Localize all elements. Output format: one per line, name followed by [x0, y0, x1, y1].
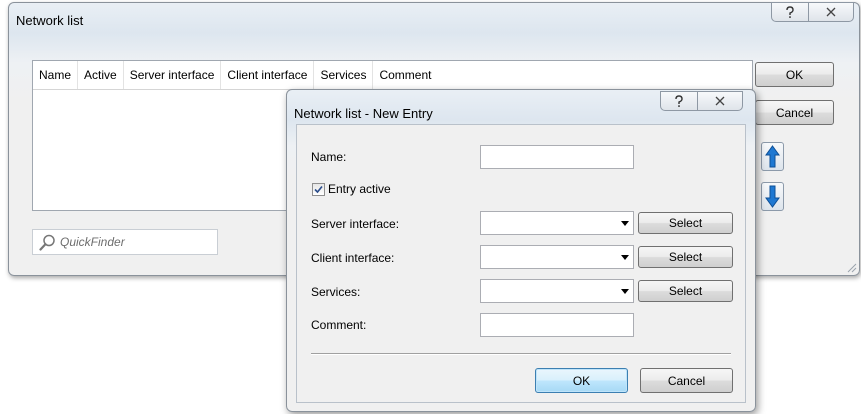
checkmark-icon	[314, 185, 323, 194]
dialog-caption-buttons	[660, 91, 743, 112]
quickfinder-search[interactable]: QuickFinder	[32, 229, 218, 255]
column-header-server-interface[interactable]: Server interface	[124, 61, 222, 89]
comment-field[interactable]	[480, 313, 634, 337]
server-interface-label: Server interface:	[311, 217, 400, 231]
dialog-separator	[311, 353, 731, 355]
server-interface-combo[interactable]	[480, 211, 634, 235]
search-icon	[39, 234, 55, 251]
services-label: Services:	[311, 285, 361, 299]
help-icon	[675, 94, 683, 107]
dialog-ok-button[interactable]: OK	[535, 368, 628, 393]
services-combo[interactable]	[480, 279, 634, 303]
dialog-title: Network list - New Entry	[294, 106, 433, 121]
dialog-cancel-button[interactable]: Cancel	[640, 368, 733, 393]
arrow-up-icon	[765, 145, 780, 168]
move-up-button[interactable]	[761, 142, 784, 171]
dialog-help-button[interactable]	[660, 91, 697, 111]
move-down-button[interactable]	[761, 182, 784, 211]
dialog-close-button[interactable]	[697, 91, 743, 111]
chevron-down-icon[interactable]	[621, 255, 629, 260]
close-icon	[826, 7, 836, 17]
close-icon	[715, 96, 725, 106]
client-interface-combo[interactable]	[480, 245, 634, 269]
close-button[interactable]	[808, 2, 854, 22]
chevron-down-icon[interactable]	[621, 289, 629, 294]
ok-button[interactable]: OK	[755, 62, 834, 87]
entry-active-checkbox[interactable]	[312, 183, 325, 196]
column-header-services[interactable]: Services	[314, 61, 374, 89]
client-interface-select-button[interactable]: Select	[638, 246, 733, 268]
column-header-name[interactable]: Name	[33, 61, 79, 89]
quickfinder-placeholder: QuickFinder	[60, 235, 125, 249]
column-header-comment[interactable]: Comment	[373, 61, 437, 89]
column-header-client-interface[interactable]: Client interface	[221, 61, 315, 89]
client-interface-label: Client interface:	[311, 251, 395, 265]
cancel-button[interactable]: Cancel	[755, 100, 834, 125]
window-caption-buttons	[771, 2, 854, 23]
comment-label: Comment:	[311, 318, 367, 332]
resize-grip-icon[interactable]	[845, 261, 857, 273]
help-icon	[786, 5, 794, 18]
arrow-down-icon	[765, 185, 780, 208]
services-select-button[interactable]: Select	[638, 280, 733, 302]
name-field[interactable]	[480, 145, 634, 169]
chevron-down-icon[interactable]	[621, 221, 629, 226]
dialog-body: Name: Entry active Server interface: Sel…	[296, 124, 746, 403]
table-header: Name Active Server interface Client inte…	[33, 61, 752, 90]
name-label: Name:	[311, 150, 347, 164]
window-title: Network list	[16, 13, 84, 28]
new-entry-dialog: Network list - New Entry Name: Entry act…	[286, 89, 756, 412]
entry-active-label[interactable]: Entry active	[328, 182, 391, 196]
column-header-active[interactable]: Active	[78, 61, 124, 89]
help-button[interactable]	[771, 2, 808, 22]
server-interface-select-button[interactable]: Select	[638, 212, 733, 234]
